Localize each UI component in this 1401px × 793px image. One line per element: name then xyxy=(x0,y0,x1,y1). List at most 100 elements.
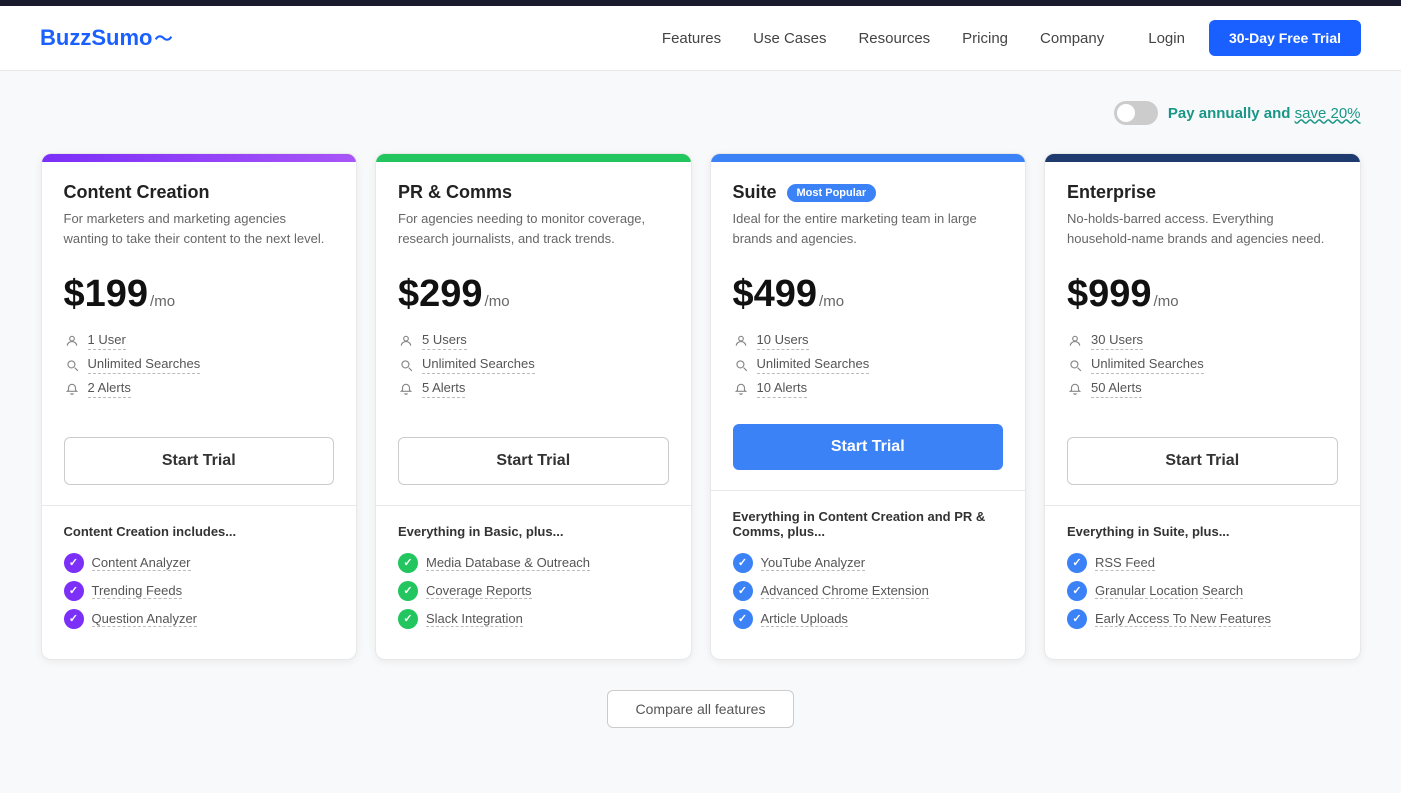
nav-actions: Login 30-Day Free Trial xyxy=(1136,20,1361,56)
includes-item-text: Content Analyzer xyxy=(92,555,191,571)
feature-item: Unlimited Searches xyxy=(398,356,669,374)
bell-icon xyxy=(398,381,414,397)
free-trial-button[interactable]: 30-Day Free Trial xyxy=(1209,20,1361,56)
plan-includes: Everything in Basic, plus... ✓ Media Dat… xyxy=(376,505,691,659)
includes-item: ✓ Media Database & Outreach xyxy=(398,553,669,573)
feature-item: 10 Alerts xyxy=(733,380,1004,398)
includes-list: ✓ Media Database & Outreach ✓ Coverage R… xyxy=(398,553,669,629)
price-amount: $199 xyxy=(64,273,149,316)
nav-use-cases[interactable]: Use Cases xyxy=(753,30,826,47)
nav-pricing[interactable]: Pricing xyxy=(962,30,1008,47)
start-trial-button[interactable]: Start Trial xyxy=(64,437,335,485)
nav-company[interactable]: Company xyxy=(1040,30,1104,47)
navigation: BuzzSumo 〜 Features Use Cases Resources … xyxy=(0,6,1401,71)
search-icon xyxy=(398,357,414,373)
includes-item-text: Early Access To New Features xyxy=(1095,611,1271,627)
includes-item-text: YouTube Analyzer xyxy=(761,555,866,571)
nav-links: Features Use Cases Resources Pricing Com… xyxy=(662,30,1104,47)
plan-card-pr-comms: PR & Comms For agencies needing to monit… xyxy=(375,153,692,660)
includes-title: Everything in Content Creation and PR & … xyxy=(733,509,1004,539)
check-icon: ✓ xyxy=(733,553,753,573)
nav-resources[interactable]: Resources xyxy=(858,30,930,47)
feature-item: Unlimited Searches xyxy=(1067,356,1338,374)
includes-item-text: Coverage Reports xyxy=(426,583,532,599)
plan-card-content-creation: Content Creation For marketers and marke… xyxy=(41,153,358,660)
plan-price: $299 /mo xyxy=(398,273,669,316)
user-icon xyxy=(733,333,749,349)
check-icon: ✓ xyxy=(1067,553,1087,573)
includes-list: ✓ YouTube Analyzer ✓ Advanced Chrome Ext… xyxy=(733,553,1004,629)
price-amount: $499 xyxy=(733,273,818,316)
search-icon xyxy=(733,357,749,373)
check-icon: ✓ xyxy=(1067,581,1087,601)
plan-card-suite: Suite Most Popular Ideal for the entire … xyxy=(710,153,1027,660)
feature-text: 5 Alerts xyxy=(422,380,465,398)
plan-price: $499 /mo xyxy=(733,273,1004,316)
plan-includes: Content Creation includes... ✓ Content A… xyxy=(42,505,357,659)
includes-item: ✓ Question Analyzer xyxy=(64,609,335,629)
login-button[interactable]: Login xyxy=(1136,22,1197,55)
user-icon xyxy=(64,333,80,349)
includes-list: ✓ RSS Feed ✓ Granular Location Search ✓ … xyxy=(1067,553,1338,629)
annual-toggle-switch[interactable] xyxy=(1114,101,1158,125)
plan-features-list: 10 Users Unlimited Searches 10 Alerts xyxy=(733,332,1004,404)
start-trial-button[interactable]: Start Trial xyxy=(733,424,1004,470)
feature-text: 2 Alerts xyxy=(88,380,131,398)
check-icon: ✓ xyxy=(733,581,753,601)
includes-item-text: Slack Integration xyxy=(426,611,523,627)
logo[interactable]: BuzzSumo 〜 xyxy=(40,25,172,51)
feature-text: 30 Users xyxy=(1091,332,1143,350)
plan-includes: Everything in Suite, plus... ✓ RSS Feed … xyxy=(1045,505,1360,659)
plan-title: Content Creation xyxy=(64,182,335,203)
start-trial-button[interactable]: Start Trial xyxy=(1067,437,1338,485)
check-icon: ✓ xyxy=(398,581,418,601)
includes-item: ✓ Trending Feeds xyxy=(64,581,335,601)
annual-toggle-label: Pay annually and save 20% xyxy=(1168,105,1361,122)
plan-features-list: 5 Users Unlimited Searches 5 Alerts xyxy=(398,332,669,404)
plan-header-bar xyxy=(711,154,1026,162)
includes-item-text: Granular Location Search xyxy=(1095,583,1243,599)
feature-text: Unlimited Searches xyxy=(422,356,535,374)
includes-item-text: Article Uploads xyxy=(761,611,848,627)
includes-item: ✓ YouTube Analyzer xyxy=(733,553,1004,573)
includes-item: ✓ Early Access To New Features xyxy=(1067,609,1338,629)
includes-item: ✓ Coverage Reports xyxy=(398,581,669,601)
includes-title: Everything in Basic, plus... xyxy=(398,524,669,539)
feature-text: Unlimited Searches xyxy=(757,356,870,374)
user-icon xyxy=(1067,333,1083,349)
plan-header-bar xyxy=(42,154,357,162)
includes-item: ✓ Granular Location Search xyxy=(1067,581,1338,601)
includes-item-text: Question Analyzer xyxy=(92,611,198,627)
pricing-grid: Content Creation For marketers and marke… xyxy=(41,153,1361,660)
plan-body: Suite Most Popular Ideal for the entire … xyxy=(711,162,1026,490)
bell-icon xyxy=(64,381,80,397)
includes-item-text: Media Database & Outreach xyxy=(426,555,590,571)
plan-title: Suite Most Popular xyxy=(733,182,1004,203)
feature-item: 1 User xyxy=(64,332,335,350)
price-period: /mo xyxy=(1154,293,1179,310)
includes-item: ✓ Article Uploads xyxy=(733,609,1004,629)
feature-item: 50 Alerts xyxy=(1067,380,1338,398)
plan-title: Enterprise xyxy=(1067,182,1338,203)
check-icon: ✓ xyxy=(398,609,418,629)
plan-card-enterprise: Enterprise No-holds-barred access. Every… xyxy=(1044,153,1361,660)
feature-item: 2 Alerts xyxy=(64,380,335,398)
plan-desc: Ideal for the entire marketing team in l… xyxy=(733,209,1004,257)
feature-text: Unlimited Searches xyxy=(1091,356,1204,374)
search-icon xyxy=(1067,357,1083,373)
start-trial-button[interactable]: Start Trial xyxy=(398,437,669,485)
price-period: /mo xyxy=(819,293,844,310)
check-icon: ✓ xyxy=(1067,609,1087,629)
feature-text: 1 User xyxy=(88,332,126,350)
includes-item: ✓ Slack Integration xyxy=(398,609,669,629)
feature-item: Unlimited Searches xyxy=(733,356,1004,374)
feature-text: 10 Alerts xyxy=(757,380,808,398)
plan-header-bar xyxy=(376,154,691,162)
plan-price: $999 /mo xyxy=(1067,273,1338,316)
feature-text: 5 Users xyxy=(422,332,467,350)
compare-button[interactable]: Compare all features xyxy=(607,690,795,728)
user-icon xyxy=(398,333,414,349)
nav-features[interactable]: Features xyxy=(662,30,721,47)
includes-item-text: RSS Feed xyxy=(1095,555,1155,571)
feature-item: 5 Alerts xyxy=(398,380,669,398)
